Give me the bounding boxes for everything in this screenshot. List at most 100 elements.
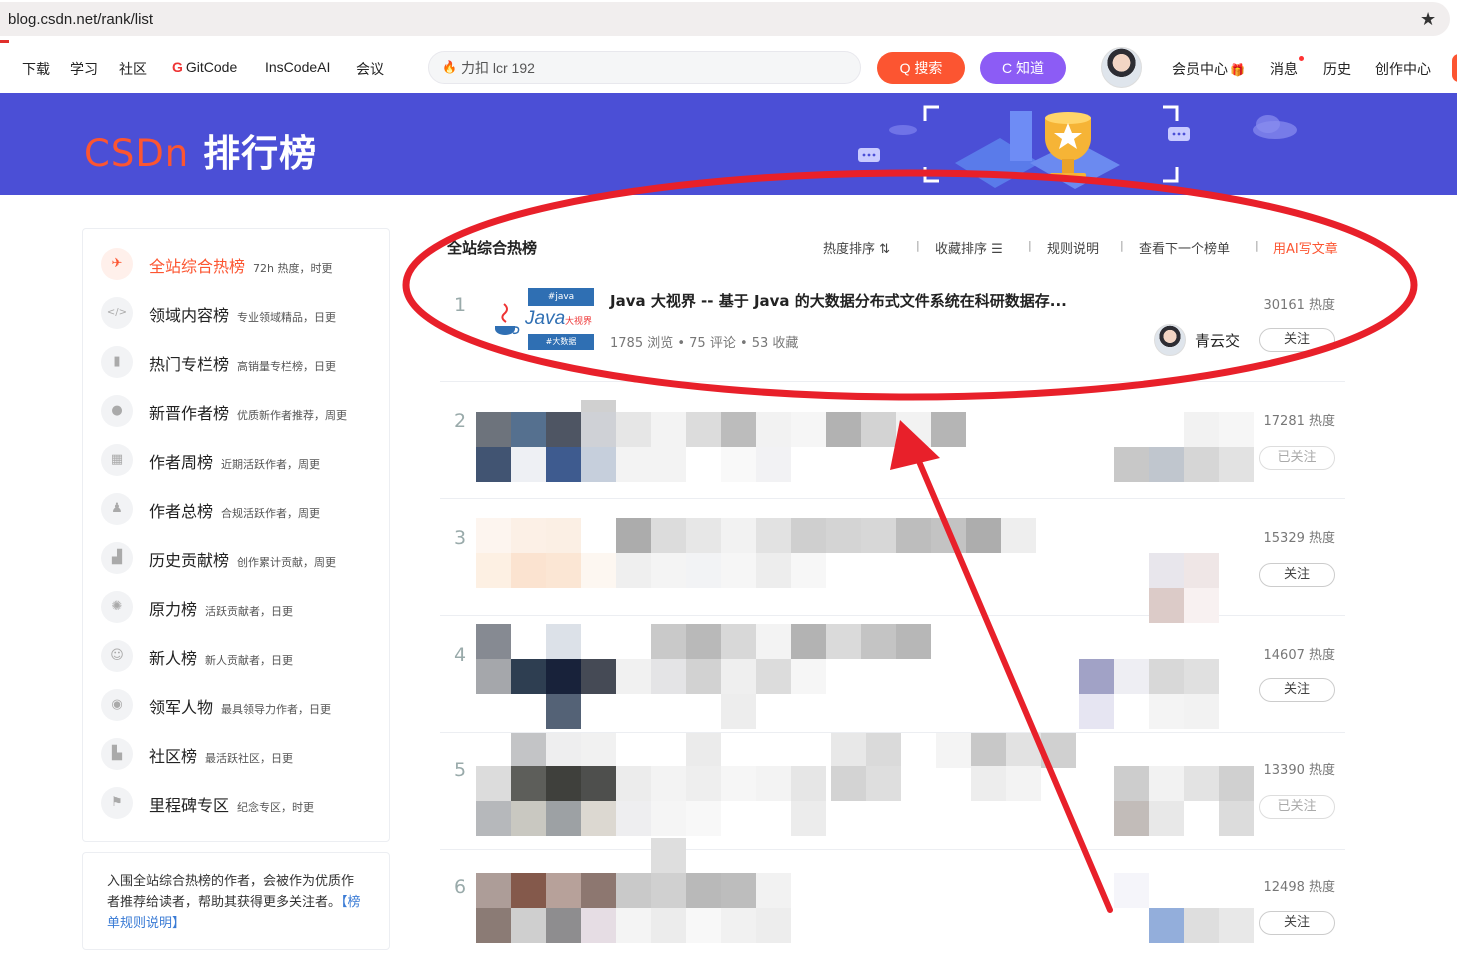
nav-gitcode[interactable]: G GitCode (172, 59, 237, 75)
pixel-block (1184, 553, 1219, 588)
rank-number: 3 (454, 527, 467, 549)
nav-download[interactable]: 下载 (22, 59, 50, 79)
nav-inscodeai[interactable]: InsCodeAI (265, 59, 330, 75)
rank-row-4[interactable]: 4 14607 热度 关注 (440, 616, 1345, 733)
divider: | (1255, 239, 1259, 252)
pixel-block (651, 908, 686, 943)
follow-button[interactable]: 关注 (1259, 328, 1335, 352)
thumb-tag-bottom: #大数据 (528, 334, 594, 350)
nav-vip-label: 会员中心 (1172, 61, 1228, 77)
nav-creation-center[interactable]: 创作中心 (1375, 59, 1431, 79)
sidebar-item-new-author[interactable]: ● 新晋作者榜 优质新作者推荐，周更 (101, 395, 381, 427)
sidebar-item-author-total[interactable]: ♟ 作者总榜 合规活跃作者，周更 (101, 493, 381, 525)
nav-gitcode-label: GitCode (185, 59, 238, 75)
nav-meeting[interactable]: 会议 (356, 59, 384, 79)
sidebar-item-desc: 最具领导力作者，日更 (221, 703, 332, 716)
nav-community[interactable]: 社区 (119, 59, 147, 79)
sidebar-item-domain[interactable]: </> 领域内容榜 专业领域精品，日更 (101, 297, 381, 329)
pixel-block (791, 553, 826, 588)
pixel-block (826, 518, 861, 553)
pixel-block (511, 447, 546, 482)
url-field[interactable]: blog.csdn.net/rank/list ★ (0, 2, 1450, 36)
sort-by-heat[interactable]: 热度排序 ⇅ (823, 238, 890, 257)
pixel-block (546, 553, 581, 588)
pixel-block (476, 447, 511, 482)
search-input[interactable] (461, 56, 841, 80)
ai-write-link[interactable]: 用AI写文章 (1273, 238, 1338, 257)
pixel-block (511, 553, 546, 588)
code-icon: </> (101, 297, 133, 329)
sidebar-item-label: 作者总榜 合规活跃作者，周更 (149, 498, 320, 522)
follow-button[interactable]: 关注 (1259, 911, 1335, 935)
pixel-block (1184, 694, 1219, 729)
zhidao-button[interactable]: C 知道 (980, 52, 1066, 84)
pixel-block (616, 447, 651, 482)
nav-learn[interactable]: 学习 (70, 59, 98, 79)
pixel-block (971, 733, 1006, 768)
pixel-block (1219, 908, 1254, 943)
url-text[interactable]: blog.csdn.net/rank/list (8, 11, 153, 28)
article-thumbnail[interactable]: #java Java 大视界 #大数据 (490, 288, 594, 350)
sidebar-item-author-week[interactable]: ▦ 作者周榜 近期活跃作者，周更 (101, 444, 381, 476)
pixel-block (756, 447, 791, 482)
sidebar-item-title: 社区榜 (149, 747, 198, 766)
sort-icon: ☰ (991, 242, 1003, 257)
pixel-block (721, 908, 756, 943)
pixel-block (686, 412, 721, 447)
rank-row-2[interactable]: 2 17281 热度 已关注 (440, 382, 1345, 499)
follow-button[interactable]: 已关注 (1259, 446, 1335, 470)
pixel-block (861, 412, 896, 447)
rank-row-1[interactable]: 1 #java Java 大视界 #大数据 Java 大视界 -- 基于 Jav… (440, 278, 1345, 382)
force-icon: ✺ (101, 591, 133, 623)
sidebar-item-milestone[interactable]: ⚑ 里程碑专区 纪念专区，时更 (101, 787, 381, 819)
pixel-block (721, 447, 756, 482)
search-button[interactable]: Q 搜索 (877, 52, 965, 84)
pixel-block (756, 766, 791, 801)
sidebar-item-history[interactable]: ▟ 历史贡献榜 创作累计贡献，周更 (101, 542, 381, 574)
rules-link[interactable]: 规则说明 (1047, 238, 1099, 257)
next-list-link[interactable]: 查看下一个榜单 (1139, 238, 1230, 257)
pixel-block (651, 801, 686, 836)
sidebar-item-community[interactable]: ▙ 社区榜 最活跃社区，日更 (101, 738, 381, 770)
follow-button[interactable]: 关注 (1259, 563, 1335, 587)
rank-row-5[interactable]: 5 13390 热度 已关注 (440, 733, 1345, 850)
pixel-block (651, 412, 686, 447)
pixel-block (756, 553, 791, 588)
sort-by-heat-label: 热度排序 (823, 242, 876, 257)
article-title[interactable]: Java 大视界 -- 基于 Java 的大数据分布式文件系统在科研数据存... (610, 290, 1067, 311)
rank-row-3[interactable]: 3 15329 热度 关注 (440, 499, 1345, 623)
csdn-toolbar: 下载 学习 社区 GGitCode InsCodeAI 会议 🔥 Q 搜索 C … (0, 43, 1457, 93)
rank-note: 入围全站综合热榜的作者，会被作为优质作者推荐给读者，帮助其获得更多关注者。【榜单… (82, 852, 390, 950)
author-name[interactable]: 青云交 (1195, 330, 1240, 351)
sidebar-item-newbie[interactable]: ☺ 新人榜 新人贡献者，日更 (101, 640, 381, 672)
sidebar-item-column[interactable]: ▮ 热门专栏榜 高销量专栏榜，日更 (101, 346, 381, 378)
publish-button-edge[interactable] (1452, 54, 1457, 82)
heat-value: 13390 热度 (1263, 763, 1336, 778)
pixel-block (546, 801, 581, 836)
follow-button[interactable]: 已关注 (1259, 795, 1335, 819)
follow-button[interactable]: 关注 (1259, 678, 1335, 702)
pixel-block (756, 873, 791, 908)
sidebar-item-leader[interactable]: ◉ 领军人物 最具领导力作者，日更 (101, 689, 381, 721)
user-avatar[interactable] (1101, 47, 1142, 88)
sort-by-favorite[interactable]: 收藏排序 ☰ (935, 238, 1003, 257)
pixel-block (581, 801, 616, 836)
star-icon[interactable]: ★ (1420, 9, 1436, 30)
pixel-block (1114, 873, 1149, 908)
sidebar-item-site-hot[interactable]: ✈ 全站综合热榜 72h 热度，时更 (101, 248, 381, 280)
rank-row-6[interactable]: 6 12498 热度 关注 (440, 838, 1345, 959)
nav-vip-center[interactable]: 会员中心 🎁 (1172, 59, 1245, 79)
heat-value: 14607 热度 (1263, 648, 1336, 663)
pixel-block (1001, 518, 1036, 553)
nav-messages[interactable]: 消息 (1270, 59, 1298, 79)
sidebar-item-desc: 创作累计贡献，周更 (237, 556, 337, 569)
search-box[interactable]: 🔥 (428, 51, 861, 84)
pixel-block (686, 766, 721, 801)
nav-history[interactable]: 历史 (1323, 59, 1351, 79)
pixel-block (651, 553, 686, 588)
sidebar-item-force[interactable]: ✺ 原力榜 活跃贡献者，日更 (101, 591, 381, 623)
pixel-block (616, 766, 651, 801)
sidebar-item-label: 原力榜 活跃贡献者，日更 (149, 596, 293, 620)
author-avatar[interactable] (1154, 324, 1186, 356)
pixel-block (1149, 694, 1184, 729)
